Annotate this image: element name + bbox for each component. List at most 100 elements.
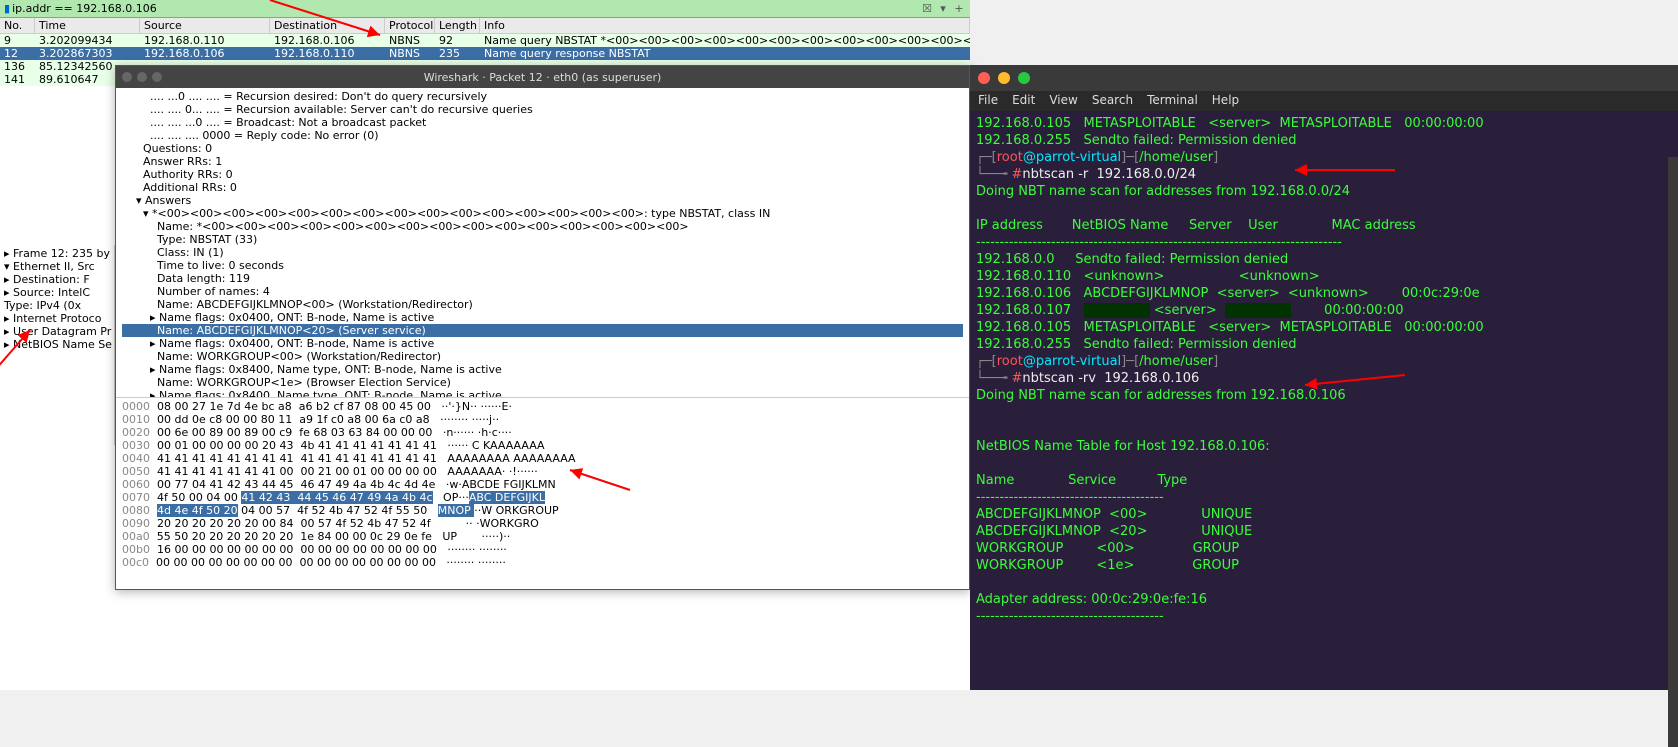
menu-terminal[interactable]: Terminal [1147,93,1198,109]
terminal-line: WORKGROUP <1e> GROUP [976,557,1672,574]
terminal-menubar: File Edit View Search Terminal Help [970,91,1678,111]
tree-line[interactable]: .... ...0 .... .... = Recursion desired:… [122,90,963,103]
terminal-scrollbar[interactable] [1668,157,1678,747]
tree-item[interactable]: ▾ Ethernet II, Src [2,260,112,273]
hex-line[interactable]: 0020 00 6e 00 89 00 89 00 c9 fe 68 03 63… [122,426,963,439]
tree-line[interactable]: Type: NBSTAT (33) [122,233,963,246]
window-max-icon[interactable] [152,72,162,82]
term-close-icon[interactable] [978,72,990,84]
hex-line[interactable]: 0070 4f 50 00 04 00 41 42 43 44 45 46 47… [122,491,963,504]
col-header-time[interactable]: Time [35,18,140,33]
terminal-line: NetBIOS Name Table for Host 192.168.0.10… [976,438,1672,455]
hex-line[interactable]: 0080 4d 4e 4f 50 20 04 00 57 4f 52 4b 47… [122,504,963,517]
col-header-info[interactable]: Info [480,18,970,33]
hex-line[interactable]: 0050 41 41 41 41 41 41 41 00 00 21 00 01… [122,465,963,478]
menu-help[interactable]: Help [1212,93,1239,109]
popup-titlebar[interactable]: Wireshark · Packet 12 · eth0 (as superus… [116,66,969,88]
tree-item[interactable]: ▸ Frame 12: 235 by [2,247,112,260]
tree-item[interactable]: ▸ Source: IntelC [2,286,112,299]
tree-line[interactable]: Answer RRs: 1 [122,155,963,168]
tree-line[interactable]: Time to live: 0 seconds [122,259,963,272]
display-filter-input[interactable] [12,2,920,15]
tree-line[interactable]: ▸ Name flags: 0x8400, Name type, ONT: B-… [122,389,963,398]
hex-line[interactable]: 0090 20 20 20 20 20 20 00 84 00 57 4f 52… [122,517,963,530]
tree-item[interactable]: ▸ NetBIOS Name Ser [2,338,112,351]
window-close-icon[interactable] [122,72,132,82]
terminal-line: 192.168.0.105 METASPLOITABLE <server> ME… [976,319,1672,336]
tree-item[interactable]: ▸ User Datagram Pr [2,325,112,338]
tree-line-selected[interactable]: Name: ABCDEFGIJKLMNOP<20> (Server servic… [122,324,963,337]
terminal-line: └──╼ #nbtscan -rv 192.168.0.106 [976,370,1672,387]
packet-row[interactable]: 93.202099434192.168.0.110192.168.0.106NB… [0,34,970,47]
term-min-icon[interactable] [998,72,1010,84]
terminal-line: ----------------------------------------… [976,234,1672,251]
tree-item[interactable]: ▸ Destination: F [2,273,112,286]
tree-line[interactable]: ▾ *<00><00><00><00><00><00><00><00><00><… [122,207,963,220]
hex-line[interactable]: 00c0 00 00 00 00 00 00 00 00 00 00 00 00… [122,556,963,568]
hex-line[interactable]: 0030 00 01 00 00 00 00 20 43 4b 41 41 41… [122,439,963,452]
col-header-length[interactable]: Length [435,18,480,33]
hex-line[interactable]: 00b0 16 00 00 00 00 00 00 00 00 00 00 00… [122,543,963,556]
terminal-line: Adapter address: 00:0c:29:0e:fe:16 [976,591,1672,608]
col-header-protocol[interactable]: Protocol [385,18,435,33]
window-min-icon[interactable] [137,72,147,82]
display-filter-bar: ▮ ☒ ▾ + [0,0,970,18]
terminal-line: 192.168.0.110 <unknown> <unknown> [976,268,1672,285]
terminal-line: 192.168.0.255 Sendto failed: Permission … [976,336,1672,353]
terminal-line: 192.168.0.105 METASPLOITABLE <server> ME… [976,115,1672,132]
hex-line[interactable]: 00a0 55 50 20 20 20 20 20 20 1e 84 00 00… [122,530,963,543]
apply-filter-icon[interactable]: ▾ [936,2,950,16]
terminal-window: File Edit View Search Terminal Help 192.168.0… [970,65,1678,690]
hex-dump-pane[interactable]: 0000 08 00 27 1e 7d 4e bc a8 a6 b2 cf 87… [116,398,969,568]
tree-line[interactable]: ▸ Name flags: 0x0400, ONT: B-node, Name … [122,311,963,324]
terminal-line: Name Service Type [976,472,1672,489]
menu-file[interactable]: File [978,93,998,109]
terminal-line [976,421,1672,438]
clear-filter-icon[interactable]: ☒ [920,2,934,16]
tree-line[interactable]: Name: *<00><00><00><00><00><00><00><00><… [122,220,963,233]
packet-details-tree[interactable]: ▸ Frame 12: 235 by▾ Ethernet II, Src ▸ D… [0,245,115,445]
col-header-destination[interactable]: Destination [270,18,385,33]
terminal-line: 192.168.0.107 <server> 00:00:00:00 [976,302,1672,319]
hex-line[interactable]: 0000 08 00 27 1e 7d 4e bc a8 a6 b2 cf 87… [122,400,963,413]
tree-line[interactable]: Name: ABCDEFGIJKLMNOP<00> (Workstation/R… [122,298,963,311]
add-filter-icon[interactable]: + [952,2,966,16]
tree-line[interactable]: Name: WORKGROUP<1e> (Browser Election Se… [122,376,963,389]
terminal-line: └──╼ #nbtscan -r 192.168.0.0/24 [976,166,1672,183]
terminal-line [976,574,1672,591]
tree-line[interactable]: ▸ Name flags: 0x8400, Name type, ONT: B-… [122,363,963,376]
tree-line[interactable]: .... .... .... 0000 = Reply code: No err… [122,129,963,142]
hex-line[interactable]: 0010 00 dd 0e c8 00 00 80 11 a9 1f c0 a8… [122,413,963,426]
packet-tree-pane[interactable]: .... ...0 .... .... = Recursion desired:… [116,88,969,398]
tree-line[interactable]: .... .... ...0 .... = Broadcast: Not a b… [122,116,963,129]
tree-line[interactable]: Questions: 0 [122,142,963,155]
tree-line[interactable]: .... .... 0... .... = Recursion availabl… [122,103,963,116]
tree-item[interactable]: ▸ Internet Protoco [2,312,112,325]
col-header-source[interactable]: Source [140,18,270,33]
tree-line[interactable]: Data length: 119 [122,272,963,285]
tree-line[interactable]: Additional RRs: 0 [122,181,963,194]
bookmark-icon[interactable]: ▮ [4,2,10,15]
tree-line[interactable]: Number of names: 4 [122,285,963,298]
hex-line[interactable]: 0060 00 77 04 41 42 43 44 45 46 47 49 4a… [122,478,963,491]
tree-item[interactable]: Type: IPv4 (0x [2,299,112,312]
tree-line[interactable]: ▾ Answers [122,194,963,207]
terminal-line: Doing NBT name scan for addresses from 1… [976,183,1672,200]
terminal-line: ---------------------------------------- [976,489,1672,506]
term-max-icon[interactable] [1018,72,1030,84]
menu-search[interactable]: Search [1092,93,1133,109]
tree-line[interactable]: Name: WORKGROUP<00> (Workstation/Redirec… [122,350,963,363]
hex-line[interactable]: 0040 41 41 41 41 41 41 41 41 41 41 41 41… [122,452,963,465]
col-header-no[interactable]: No. [0,18,35,33]
packet-row[interactable]: 123.202867303192.168.0.106192.168.0.110N… [0,47,970,60]
terminal-output[interactable]: 192.168.0.105 METASPLOITABLE <server> ME… [970,111,1678,629]
terminal-line: ABCDEFGIJKLMNOP <20> UNIQUE [976,523,1672,540]
terminal-line [976,455,1672,472]
terminal-titlebar[interactable] [970,65,1678,91]
terminal-line: IP address NetBIOS Name Server User MAC … [976,217,1672,234]
tree-line[interactable]: Class: IN (1) [122,246,963,259]
tree-line[interactable]: Authority RRs: 0 [122,168,963,181]
menu-edit[interactable]: Edit [1012,93,1035,109]
tree-line[interactable]: ▸ Name flags: 0x0400, ONT: B-node, Name … [122,337,963,350]
menu-view[interactable]: View [1049,93,1077,109]
